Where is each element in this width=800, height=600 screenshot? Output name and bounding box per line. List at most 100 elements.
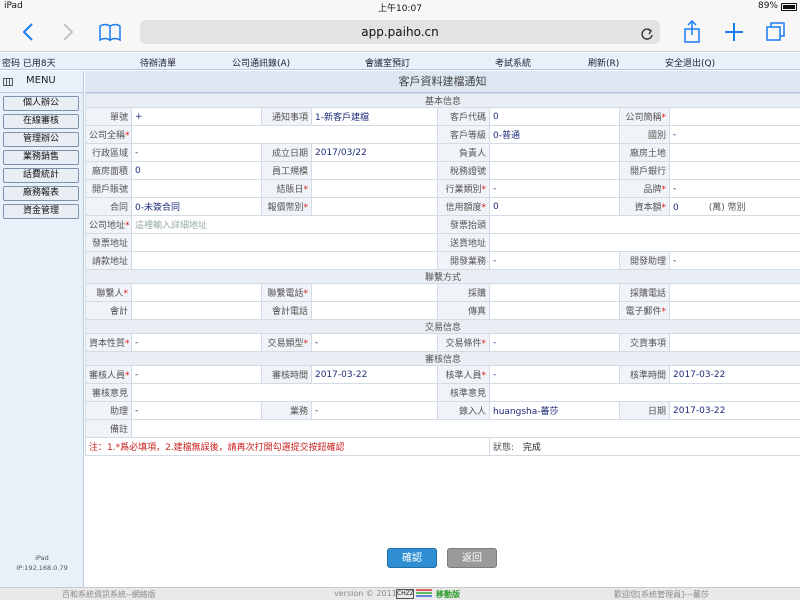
- field-company-short[interactable]: [668, 107, 800, 126]
- share-icon[interactable]: [678, 18, 706, 46]
- field-contract[interactable]: 0-未簽合同: [131, 197, 262, 216]
- field-brand[interactable]: -: [668, 179, 800, 198]
- field-region[interactable]: -: [131, 143, 262, 162]
- reload-icon[interactable]: [640, 25, 654, 40]
- field-business[interactable]: -: [311, 401, 438, 420]
- menu-todo-list[interactable]: 待辦清單: [140, 56, 176, 69]
- field-remark[interactable]: [130, 419, 800, 438]
- forward-arrow-icon[interactable]: [54, 18, 82, 46]
- back-button[interactable]: 返回: [447, 548, 497, 568]
- field-notice[interactable]: 1-新客戶建檔: [311, 107, 438, 126]
- field-invoice-title[interactable]: [488, 215, 800, 234]
- label-trade-terms: 交易條件*: [437, 333, 490, 352]
- label-dev-assistant: 開發助理: [619, 251, 670, 270]
- bookmarks-icon[interactable]: [96, 18, 124, 46]
- field-trade-items[interactable]: [668, 333, 800, 352]
- footer-ip-label: IP:192.168.0.79: [16, 564, 68, 572]
- field-factory-land[interactable]: [668, 143, 800, 162]
- field-email[interactable]: [668, 301, 800, 320]
- label-company-full: 公司全稱*: [85, 125, 132, 144]
- customer-form-table: 基本信息 單號 + 通知事項 1-新客戶建檔 客戶代碼 0 公司簡稱* 公司全稱…: [84, 93, 800, 456]
- label-bank: 開戶銀行: [619, 161, 670, 180]
- field-country[interactable]: -: [668, 125, 800, 144]
- status-label: 狀態:: [493, 443, 515, 453]
- capital-unit-label: (萬) 幣別: [708, 203, 746, 213]
- label-accountant-phone: 會計電話: [261, 301, 312, 320]
- footer-device-label: iPad: [35, 554, 49, 562]
- field-assistant[interactable]: -: [131, 401, 262, 420]
- field-invoice-addr[interactable]: [131, 233, 438, 252]
- field-company-full[interactable]: [131, 125, 438, 144]
- field-trade-terms[interactable]: -: [489, 333, 620, 352]
- field-capital[interactable]: 0 (萬) 幣別: [668, 197, 800, 216]
- field-credit[interactable]: 0: [489, 197, 620, 216]
- label-approve-time: 核準時間: [619, 365, 670, 384]
- field-dev-sales[interactable]: -: [489, 251, 620, 270]
- label-approve-opinion: 核準意見: [437, 383, 490, 402]
- field-accountant-phone[interactable]: [311, 301, 438, 320]
- field-approve-opinion[interactable]: [488, 383, 800, 402]
- field-address[interactable]: 這裡輸入詳細地址: [131, 215, 438, 234]
- menu-refresh[interactable]: 刷新(R): [588, 56, 619, 69]
- footer-mobile-link[interactable]: 移動版: [436, 589, 460, 600]
- field-factory-area[interactable]: 0: [131, 161, 262, 180]
- field-industry[interactable]: -: [489, 179, 620, 198]
- new-tab-plus-icon[interactable]: [720, 18, 748, 46]
- field-approver[interactable]: -: [489, 365, 620, 384]
- sidebar-item-personal-office[interactable]: 個人辦公: [3, 96, 79, 111]
- menu-meeting-room[interactable]: 會議室預訂: [365, 56, 410, 69]
- label-assistant: 助理: [85, 401, 132, 420]
- address-bar[interactable]: app.paiho.cn: [140, 20, 660, 44]
- field-capital-nature[interactable]: -: [131, 333, 262, 352]
- label-review-time: 審核時間: [261, 365, 312, 384]
- field-delivery-addr[interactable]: [488, 233, 800, 252]
- field-reviewer[interactable]: -: [131, 365, 262, 384]
- field-contact-phone[interactable]: [311, 283, 438, 302]
- menu-password-days[interactable]: 密码 已用8天: [2, 56, 56, 69]
- field-bank[interactable]: [668, 161, 800, 180]
- sidebar-item-admin-office[interactable]: 管理辦公: [3, 132, 79, 147]
- section-basic: 基本信息: [84, 93, 800, 108]
- sidebar-item-factory-reports[interactable]: 廠務報表: [3, 186, 79, 201]
- field-entry-person[interactable]: huangsha-蕃莎: [489, 401, 620, 420]
- field-order-no[interactable]: +: [131, 107, 262, 126]
- section-trade: 交易信息: [84, 319, 800, 334]
- field-purchase[interactable]: [489, 283, 620, 302]
- field-quote-currency[interactable]: [311, 197, 438, 216]
- field-fax[interactable]: [489, 301, 620, 320]
- field-approve-time[interactable]: 2017-03-22: [668, 365, 800, 384]
- menu-company-directory[interactable]: 公司通訊錄(A): [232, 56, 290, 69]
- field-staff[interactable]: [311, 161, 438, 180]
- field-settle-day[interactable]: [311, 179, 438, 198]
- footer-logo-icon: CHZZ: [396, 589, 414, 599]
- status-bar: iPad 上午10:07 89%: [0, 0, 800, 14]
- field-review-time[interactable]: 2017-03-22: [311, 365, 438, 384]
- menu-logout[interactable]: 安全退出(Q): [665, 56, 715, 69]
- back-arrow-icon[interactable]: [14, 18, 42, 46]
- sidebar-item-sales[interactable]: 業務銷售: [3, 150, 79, 165]
- tabs-overview-icon[interactable]: [762, 18, 790, 46]
- field-contact-person[interactable]: [131, 283, 262, 302]
- menu-exam-system[interactable]: 考試系統: [495, 56, 531, 69]
- field-founded[interactable]: 2017/03/22: [311, 143, 438, 162]
- field-owner[interactable]: [489, 143, 620, 162]
- footer-welcome: 歡迎您[系統管理員]---蕃莎: [614, 590, 709, 599]
- field-tax-id[interactable]: [489, 161, 620, 180]
- section-contact: 聯繫方式: [84, 269, 800, 284]
- label-owner: 負責人: [437, 143, 490, 162]
- confirm-button[interactable]: 確認: [387, 548, 437, 568]
- field-trade-type[interactable]: -: [311, 333, 438, 352]
- sidebar-item-phone-stats[interactable]: 話費統計: [3, 168, 79, 183]
- field-billing-addr[interactable]: [131, 251, 438, 270]
- field-cust-code[interactable]: 0: [489, 107, 620, 126]
- field-accountant[interactable]: [131, 301, 262, 320]
- sidebar-item-online-review[interactable]: 在線審核: [3, 114, 79, 129]
- label-account: 開戶賬號: [85, 179, 132, 198]
- field-purchase-phone[interactable]: [668, 283, 800, 302]
- field-review-opinion[interactable]: [131, 383, 438, 402]
- field-dev-assistant[interactable]: -: [668, 251, 800, 270]
- sidebar-item-fund-management[interactable]: 資金管理: [3, 204, 79, 219]
- field-cust-level[interactable]: 0-普通: [489, 125, 620, 144]
- field-date[interactable]: 2017-03-22: [668, 401, 800, 420]
- field-account[interactable]: [131, 179, 262, 198]
